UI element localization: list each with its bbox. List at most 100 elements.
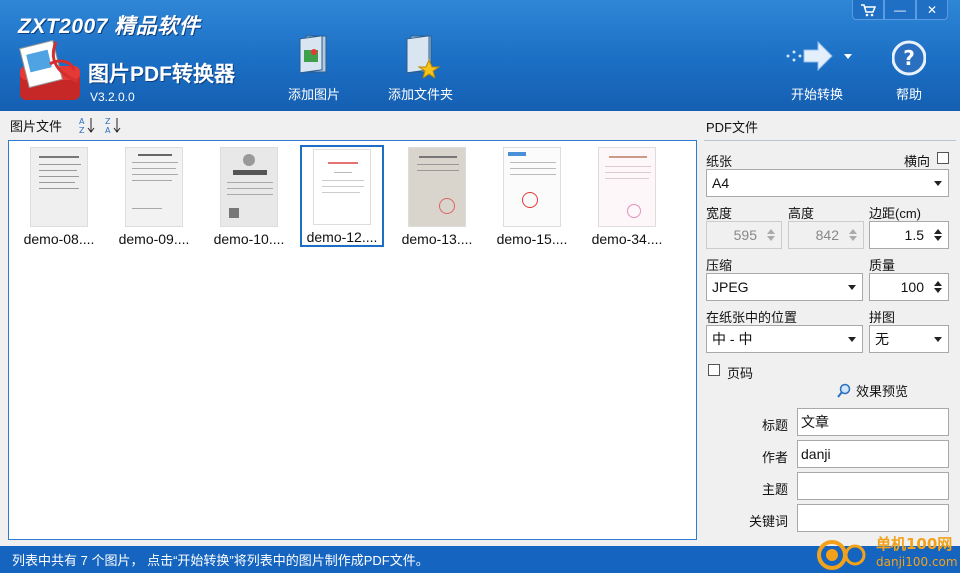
spin-down-icon[interactable] [934, 236, 942, 241]
list-item[interactable]: demo-09.... [112, 145, 196, 247]
add-image-button[interactable]: 添加图片 [288, 34, 340, 104]
collage-label: 拼图 [869, 310, 896, 325]
thumbnail-label: demo-09.... [118, 231, 190, 247]
landscape-checkbox[interactable] [937, 152, 949, 164]
watermark: 单机100网 danji100.com [810, 531, 960, 573]
page-number-label: 页码 [727, 366, 754, 381]
pdf-settings-pane: PDF文件 纸张 横向 A4 宽度 高度 边距(cm) 595 842 1.5 … [704, 111, 956, 544]
pdf-section-title: PDF文件 [706, 120, 759, 135]
author-field-value: danji [801, 446, 831, 462]
spin-up-icon [849, 229, 857, 234]
close-icon[interactable]: ✕ [916, 0, 948, 20]
image-files-label: 图片文件 [10, 118, 63, 134]
spin-up-icon[interactable] [934, 281, 942, 286]
app-name: 图片PDF转换器 [88, 63, 235, 86]
width-stepper: 595 [706, 221, 782, 249]
compression-value: JPEG [712, 279, 749, 295]
thumbnail-label: demo-12.... [306, 229, 378, 245]
svg-text:A: A [105, 126, 111, 134]
margin-stepper[interactable]: 1.5 [869, 221, 949, 249]
compression-select[interactable]: JPEG [706, 273, 863, 301]
watermark-logo-icon: 单机100网 danji100.com [817, 535, 958, 570]
sort-ascending-icon[interactable]: A Z [78, 116, 96, 134]
app-version: V3.2.0.0 [90, 90, 135, 104]
height-label: 高度 [788, 206, 815, 221]
start-convert-label: 开始转换 [790, 87, 843, 102]
position-label: 在纸张中的位置 [706, 310, 798, 325]
spin-up-icon[interactable] [934, 229, 942, 234]
list-item[interactable]: demo-34.... [585, 145, 669, 247]
preview-button[interactable]: 效果预览 [836, 381, 908, 400]
collage-value: 无 [875, 331, 889, 347]
quality-stepper[interactable]: 100 [869, 273, 949, 301]
help-label: 帮助 [895, 87, 922, 102]
list-item[interactable]: demo-15.... [490, 145, 574, 247]
title-bar: ZXT2007 精品软件 图片PDF转换器 V3.2.0.0 添加图片 添加文件… [0, 0, 960, 111]
margin-label: 边距(cm) [869, 206, 921, 221]
paper-size-select[interactable]: A4 [706, 169, 949, 197]
thumbnail-label: demo-08.... [23, 231, 95, 247]
thumbnail-image [30, 147, 88, 227]
spin-down-icon [849, 236, 857, 241]
add-image-label: 添加图片 [288, 87, 341, 102]
list-item[interactable]: demo-13.... [395, 145, 479, 247]
thumbnail-image [503, 147, 561, 227]
magnifier-icon [837, 383, 851, 398]
spin-down-icon [767, 236, 775, 241]
minimize-icon[interactable]: — [884, 0, 916, 20]
keywords-field[interactable] [797, 504, 949, 532]
help-icon: ? [892, 40, 926, 76]
add-folder-icon [406, 35, 441, 78]
status-text: 列表中共有 7 个图片， 点击“开始转换”将列表中的图片制作成PDF文件。 [12, 553, 429, 568]
thumbnail-label: demo-34.... [591, 231, 663, 247]
list-item[interactable]: demo-08.... [17, 145, 101, 247]
title-field[interactable]: 文章 [797, 408, 949, 436]
thumbnail-image [598, 147, 656, 227]
thumbnail-image [313, 149, 371, 225]
thumbnail-label: demo-13.... [401, 231, 473, 247]
thumbnail-image [408, 147, 466, 227]
cart-icon[interactable] [852, 0, 884, 20]
watermark-title: 单机100网 [876, 535, 952, 553]
start-convert-icon [786, 40, 852, 72]
height-stepper: 842 [788, 221, 864, 249]
start-convert-button[interactable]: 开始转换 [782, 34, 852, 104]
svg-text:?: ? [903, 46, 915, 70]
svg-text:Z: Z [79, 126, 85, 134]
collage-select[interactable]: 无 [869, 325, 949, 353]
list-item[interactable]: demo-10.... [207, 145, 291, 247]
landscape-label: 横向 [904, 154, 931, 169]
svg-text:Z: Z [105, 117, 111, 126]
add-folder-button[interactable]: 添加文件夹 [388, 34, 453, 104]
window-controls: — ✕ [852, 0, 948, 20]
spin-up-icon [767, 229, 775, 234]
subject-field[interactable] [797, 472, 949, 500]
watermark-url: danji100.com [876, 555, 958, 569]
margin-value: 1.5 [904, 227, 924, 243]
quality-label: 质量 [869, 258, 896, 273]
compression-label: 压缩 [706, 258, 733, 273]
chevron-down-icon [848, 285, 856, 290]
thumbnail-label: demo-10.... [213, 231, 285, 247]
help-button[interactable]: ? 帮助 [892, 34, 926, 104]
author-field-label: 作者 [762, 450, 789, 465]
sort-descending-icon[interactable]: Z A [104, 116, 122, 134]
add-image-icon [299, 35, 327, 74]
page-number-checkbox[interactable] [708, 364, 720, 376]
main-area: 图片文件 A Z Z A demo-08.... demo-09.... dem… [0, 111, 960, 546]
title-field-value: 文章 [801, 414, 829, 430]
chevron-down-icon [934, 337, 942, 342]
image-file-list[interactable]: demo-08.... demo-09.... demo-10.... demo… [8, 140, 697, 540]
image-files-toolbar: 图片文件 A Z Z A [4, 111, 699, 139]
list-item[interactable]: demo-12.... [300, 145, 384, 247]
position-value: 中 - 中 [712, 331, 753, 347]
thumbnail-label: demo-15.... [496, 231, 568, 247]
width-value: 595 [733, 227, 757, 243]
subject-field-label: 主题 [762, 482, 789, 497]
author-field[interactable]: danji [797, 440, 949, 468]
position-select[interactable]: 中 - 中 [706, 325, 863, 353]
spin-down-icon[interactable] [934, 288, 942, 293]
chevron-down-icon [934, 181, 942, 186]
width-label: 宽度 [706, 206, 733, 221]
height-value: 842 [815, 227, 839, 243]
